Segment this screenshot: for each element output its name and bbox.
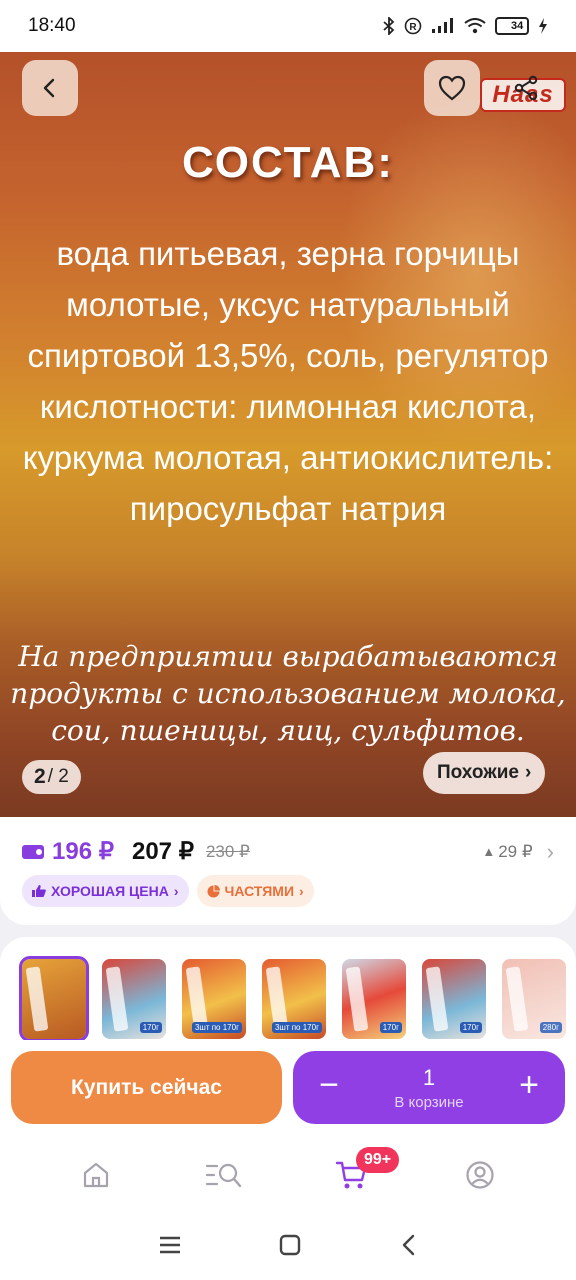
profile-icon: [466, 1161, 494, 1189]
price-difference-value: 29 ₽: [498, 841, 533, 861]
nav-catalog[interactable]: [194, 1145, 254, 1205]
allergen-note: На предприятии вырабатываются продукты с…: [10, 640, 566, 747]
wifi-icon: [464, 18, 486, 34]
action-bar: Купить сейчас − 1 В корзине +: [0, 1040, 576, 1136]
good-price-label: ХОРОШАЯ ЦЕНА: [51, 883, 169, 899]
triangle-back-icon: [402, 1234, 415, 1255]
status-bar: 18:40 R 34: [0, 0, 576, 52]
status-time: 18:40: [28, 15, 76, 36]
wallet-icon: [22, 844, 44, 859]
regular-price: 207 ₽: [131, 838, 194, 865]
thumbnail-weight-tag: 280г: [539, 1022, 562, 1033]
thumbnail-weight-tag: 3шт по 170г: [271, 1022, 322, 1033]
triangle-up-icon: ▲: [482, 844, 496, 859]
product-screen: 18:40 R 34 Haas СОСТАВ: вода питьевая, з…: [0, 0, 576, 1280]
nav-cart[interactable]: 99+: [322, 1145, 400, 1205]
battery-icon: 34: [495, 17, 529, 35]
product-tube-image: [505, 966, 529, 1032]
pager-current: 2: [34, 765, 46, 788]
heart-icon: [438, 75, 466, 101]
price-chips: ХОРОШАЯ ЦЕНА › ЧАСТЯМИ ›: [22, 875, 314, 907]
share-button[interactable]: [498, 60, 554, 116]
image-pager: 2 / 2: [22, 760, 81, 794]
menu-icon: [160, 1236, 180, 1253]
price-card: 196 ₽ 207 ₽ 230 ₽ ▲ 29 ₽ › ХОРОШАЯ ЦЕНА …: [0, 817, 576, 925]
square-icon: [279, 1234, 301, 1255]
system-back-button[interactable]: [398, 1233, 418, 1262]
composition-text: вода питьевая, зерна горчицы молотые, ук…: [22, 235, 554, 527]
similar-label: Похожие: [437, 762, 519, 783]
svg-text:R: R: [409, 22, 417, 33]
chevron-right-icon: ›: [524, 762, 532, 783]
catalog-search-icon: [205, 1163, 242, 1188]
similar-button[interactable]: Похожие ›: [423, 752, 546, 794]
back-button[interactable]: [22, 60, 78, 116]
product-tube-image: [105, 966, 129, 1032]
share-icon: [514, 75, 538, 101]
thumbnail-weight-tag: 170г: [459, 1022, 482, 1033]
battery-level: 34: [510, 20, 524, 32]
increase-quantity-button[interactable]: +: [511, 1068, 547, 1104]
variant-thumbnail[interactable]: 170г: [102, 959, 166, 1039]
good-price-chip[interactable]: ХОРОШАЯ ЦЕНА ›: [22, 875, 189, 907]
favorite-button[interactable]: [424, 60, 480, 116]
signal-icon: [431, 18, 455, 34]
product-tube-image: [345, 966, 369, 1032]
installments-label: ЧАСТЯМИ: [224, 883, 295, 899]
thumbnail-weight-tag: 170г: [379, 1022, 402, 1033]
variant-thumbnail[interactable]: 280г: [502, 959, 566, 1039]
chevron-right-icon[interactable]: ›: [547, 839, 554, 865]
chevron-right-icon: ›: [173, 883, 179, 899]
charging-icon: [538, 18, 548, 34]
pie-icon: [207, 884, 220, 897]
card-price: 196 ₽: [52, 838, 114, 865]
variant-thumbnail[interactable]: 3шт по 170г: [182, 959, 246, 1039]
price-difference: ▲ 29 ₽: [482, 842, 532, 862]
nav-profile[interactable]: [450, 1145, 510, 1205]
product-tube-image: [425, 966, 449, 1032]
status-icons: R 34: [383, 17, 548, 35]
variant-thumbnail[interactable]: 170г: [342, 959, 406, 1039]
chevron-right-icon: ›: [299, 883, 304, 899]
registered-icon: R: [404, 17, 422, 35]
nav-home[interactable]: [66, 1145, 126, 1205]
recents-button[interactable]: [158, 1235, 182, 1260]
home-button[interactable]: [278, 1233, 302, 1262]
system-navigation: [0, 1214, 576, 1280]
thumbnail-list: 170г 3шт по 170г 3шт по 170г 170г 170г 280г: [19, 956, 566, 1042]
pager-total: / 2: [47, 766, 69, 787]
home-icon: [83, 1162, 109, 1188]
chevron-left-icon: [43, 78, 55, 98]
buy-now-button[interactable]: Купить сейчас: [11, 1051, 282, 1124]
product-tube-image: [25, 966, 49, 1032]
variant-thumbnail[interactable]: [19, 956, 89, 1042]
composition-title: СОСТАВ:: [182, 138, 394, 187]
thumbnail-weight-tag: 170г: [139, 1022, 162, 1033]
installments-chip[interactable]: ЧАСТЯМИ ›: [196, 875, 314, 907]
thumbnail-weight-tag: 3шт по 170г: [191, 1022, 242, 1033]
product-image-carousel[interactable]: Haas СОСТАВ: вода питьевая, зерна горчиц…: [0, 52, 576, 817]
price-row[interactable]: 196 ₽ 207 ₽ 230 ₽ ▲ 29 ₽ ›: [22, 837, 554, 866]
variant-thumbnail[interactable]: 3шт по 170г: [262, 959, 326, 1039]
cart-count-badge: 99+: [356, 1147, 400, 1173]
bluetooth-icon: [383, 17, 395, 35]
old-price: 230 ₽: [205, 841, 250, 861]
variant-thumbnail[interactable]: 170г: [422, 959, 486, 1039]
bottom-navigation: 99+: [0, 1136, 576, 1214]
cart-quantity-control: − 1 В корзине +: [293, 1051, 565, 1124]
thumbs-up-icon: [32, 885, 46, 897]
